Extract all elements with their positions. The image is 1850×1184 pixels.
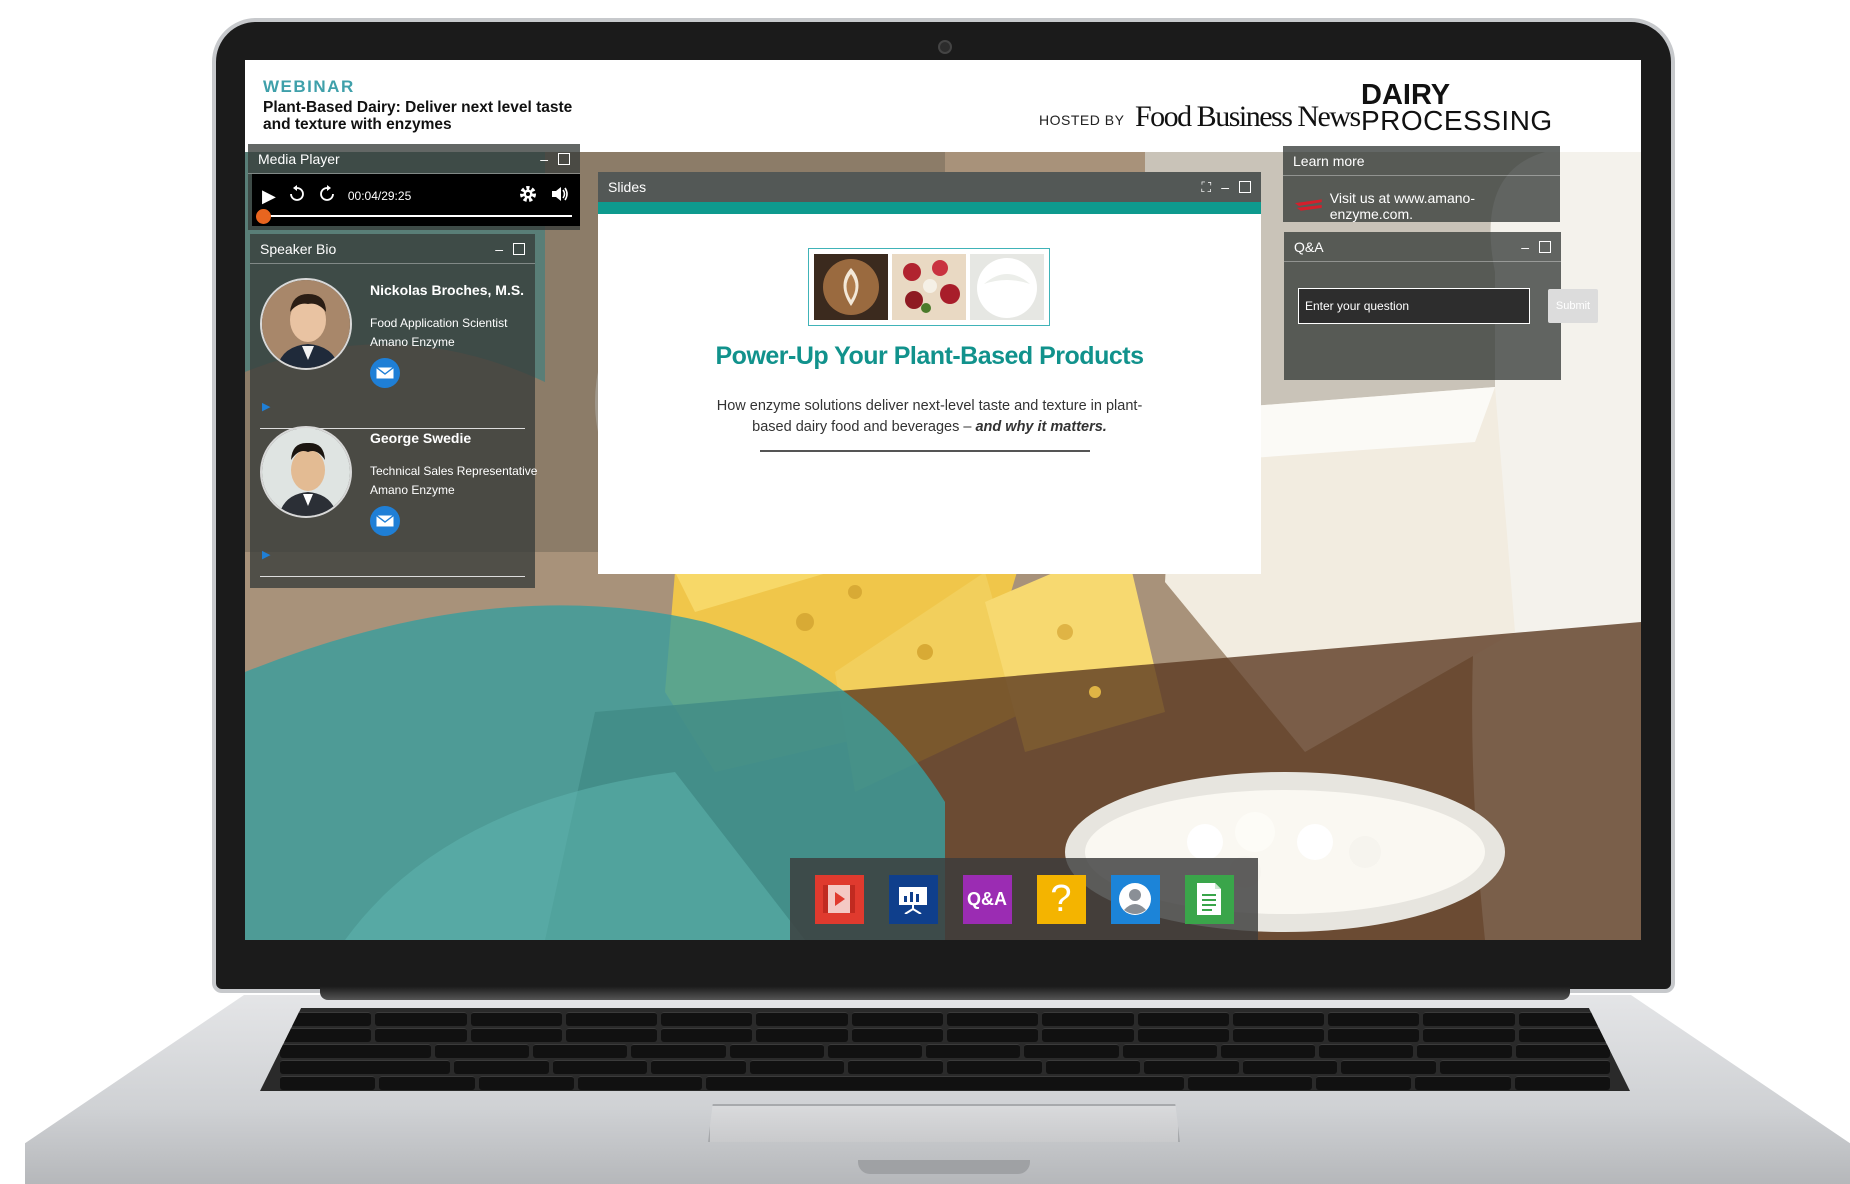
media-player-icon[interactable] [814,874,864,924]
slide-divider [760,450,1090,452]
slide-accent-band [598,202,1261,214]
learn-more-link-text[interactable]: Visit us at www.amano-enzyme.com. [1330,190,1548,222]
speaker-company: Amano Enzyme [370,335,455,349]
question-input[interactable] [1298,288,1530,324]
keyboard [260,1008,1630,1091]
maximize-icon[interactable] [1539,240,1551,253]
speaker-title: Technical Sales Representative [370,464,538,478]
header: WEBINAR Plant-Based Dairy: Deliver next … [245,60,1641,152]
avatar [260,278,352,370]
learn-more-link[interactable]: Visit us at www.amano-enzyme.com. [1283,176,1560,236]
slide-subtitle: How enzyme solutions deliver next-level … [708,396,1151,438]
slide-image-strip [808,248,1050,326]
player-controls-row: ▶ 00:04/29:25 [252,184,580,209]
minimize-icon[interactable]: – [1221,180,1229,194]
qa-icon[interactable]: Q&A [962,874,1012,924]
volume-icon[interactable] [550,185,570,208]
laptop-notch [858,1160,1030,1174]
gear-icon[interactable] [518,184,538,209]
playback-time: 00:04/29:25 [347,189,412,203]
speaker-name: Nickolas Broches, M.S. [370,282,525,298]
speaker-bio-titlebar: Speaker Bio – [250,234,535,264]
hosted-by-label: HOSTED BY [1039,112,1125,128]
play-icon[interactable]: ▶ [262,186,276,207]
email-icon[interactable] [370,506,400,536]
amano-logo-icon [1295,199,1322,211]
slide-heading: Power-Up Your Plant-Based Products [715,342,1144,370]
speaker-bio-icon[interactable] [1110,874,1160,924]
forward-15-icon[interactable] [318,184,336,208]
trackpad [708,1104,1180,1142]
dairy-processing-logo: DAIRY PROCESSING [1361,81,1553,136]
slides-icon[interactable] [888,874,938,924]
speaker-bio-panel: Speaker Bio – Nickolas Broches, M.S. Foo… [250,234,537,590]
help-icon[interactable]: ? [1036,874,1086,924]
minimize-icon[interactable]: – [1521,240,1529,254]
media-player-titlebar: Media Player – [248,144,580,174]
fullscreen-icon[interactable]: ⛶ [1201,180,1211,194]
slide-subtitle-emphasis: and why it matters. [975,419,1107,435]
speaker-bio-title: Speaker Bio [260,240,337,257]
learn-more-titlebar: Learn more [1283,146,1560,176]
speaker-name: George Swedie [370,430,472,446]
learn-more-panel: Learn more Visit us at www.amano-enzyme.… [1283,146,1560,222]
speaker-card: George Swedie Technical Sales Representa… [250,412,537,590]
dessert-image [892,254,966,320]
slides-titlebar: Slides ⛶ – [598,172,1261,202]
laptop-hinge [320,986,1570,1000]
rewind-15-icon[interactable] [288,184,306,208]
media-player-controls: ▶ 00:04/29:25 [252,174,580,226]
submit-button[interactable]: Submit [1548,289,1598,323]
divider [260,576,525,577]
page: WEBINAR Plant-Based Dairy: Deliver next … [0,0,1850,1184]
speaker-company: Amano Enzyme [370,483,455,497]
progress-bar[interactable] [260,215,572,217]
qa-panel: Q&A – Submit [1284,232,1598,380]
expand-bio-icon[interactable]: ▶ [262,548,270,561]
maximize-icon[interactable] [558,152,570,165]
learn-more-title: Learn more [1293,152,1365,169]
resources-icon[interactable] [1184,874,1234,924]
webinar-screen: WEBINAR Plant-Based Dairy: Deliver next … [245,60,1641,940]
maximize-icon[interactable] [513,242,525,255]
dairy-logo-line2: PROCESSING [1361,105,1553,136]
widget-toolbar: Q&A ? [790,858,1258,940]
email-icon[interactable] [370,358,400,388]
avatar [260,426,352,518]
latte-image [814,254,888,320]
yogurt-image [970,254,1044,320]
media-player-panel: Media Player – ▶ 00:04/29:25 [248,144,580,230]
media-player-title: Media Player [258,150,340,167]
minimize-icon[interactable]: – [495,242,503,256]
slides-panel: Slides ⛶ – Power-Up Your Plant-Based Pro… [598,172,1261,574]
webinar-title: Plant-Based Dairy: Deliver next level ta… [263,99,573,133]
progress-knob[interactable] [256,209,271,224]
slides-title: Slides [608,179,647,195]
minimize-icon[interactable]: – [540,152,548,166]
qa-title: Q&A [1294,238,1324,255]
camera-icon [938,40,952,54]
maximize-icon[interactable] [1239,181,1251,193]
food-business-news-logo: Food Business News [1135,100,1361,133]
speaker-role: Food Application Scientist Amano Enzyme [370,314,560,352]
webinar-tag: WEBINAR [263,77,355,96]
qa-titlebar: Q&A – [1284,232,1561,262]
speaker-role: Technical Sales Representative Amano Enz… [370,462,560,500]
speaker-title: Food Application Scientist [370,316,508,330]
